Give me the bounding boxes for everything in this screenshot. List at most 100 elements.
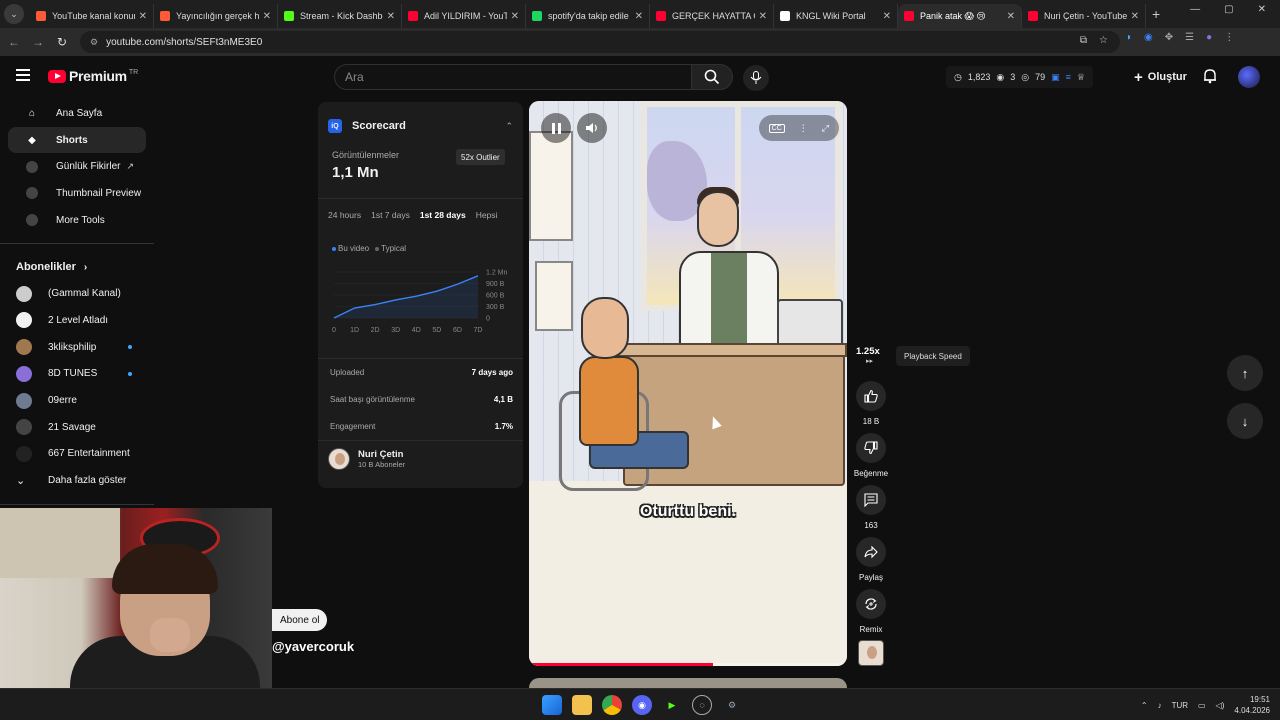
- browser-tab[interactable]: spotify'da takip edile ✕: [526, 4, 650, 28]
- dislike-action[interactable]: Beğenme: [854, 433, 888, 478]
- fullscreen-icon[interactable]: ⤢: [822, 123, 829, 134]
- tab-close-icon[interactable]: ✕: [759, 11, 767, 22]
- vidiq-icon[interactable]: ▣: [1051, 72, 1060, 83]
- captions-icon[interactable]: CC: [768, 123, 785, 133]
- tab-close-icon[interactable]: ✕: [883, 11, 891, 22]
- subscription-item[interactable]: 2 Level Atladı: [0, 307, 154, 334]
- speaker-icon[interactable]: ◁): [1216, 701, 1225, 710]
- maximize-icon[interactable]: ▢: [1224, 4, 1233, 15]
- more-options-icon[interactable]: ⋮: [799, 123, 808, 134]
- site-info-icon[interactable]: ⚙: [90, 37, 98, 48]
- tab-close-icon[interactable]: ✕: [511, 11, 519, 22]
- previous-short-button[interactable]: ↑: [1227, 355, 1263, 391]
- channel-thumbnail[interactable]: [858, 640, 884, 666]
- list-icon[interactable]: ≡: [1066, 72, 1071, 82]
- sidebar-item[interactable]: ◆ Shorts: [8, 126, 146, 154]
- scorecard-tab[interactable]: 24 hours: [328, 210, 361, 220]
- browser-menu-icon[interactable]: ⋮: [1224, 32, 1234, 43]
- tab-search-button[interactable]: ⌄: [4, 4, 24, 24]
- tab-close-icon[interactable]: ✕: [635, 11, 643, 22]
- chrome-icon[interactable]: [602, 695, 622, 715]
- browser-tab[interactable]: Stream - Kick Dashbo ✕: [278, 4, 402, 28]
- new-tab-button[interactable]: +: [1152, 6, 1160, 22]
- tab-close-icon[interactable]: ✕: [1131, 11, 1139, 22]
- extension-icon[interactable]: ◗: [1126, 32, 1132, 43]
- tab-close-icon[interactable]: ✕: [263, 11, 271, 22]
- subscription-item[interactable]: 21 Savage: [0, 414, 154, 441]
- reload-icon[interactable]: ↻: [52, 35, 72, 49]
- url-field[interactable]: ⚙ youtube.com/shorts/SEFt3nME3E0 ⧉ ☆: [80, 31, 1120, 53]
- network-icon[interactable]: ▭: [1198, 701, 1206, 710]
- like-button[interactable]: [856, 381, 886, 411]
- subscription-item[interactable]: 8D TUNES: [0, 361, 154, 388]
- forward-icon[interactable]: →: [28, 35, 48, 49]
- browser-tab[interactable]: Nuri Çetin - YouTube ✕: [1022, 4, 1146, 28]
- browser-tab[interactable]: GERÇEK HAYATTA OY ✕: [650, 4, 774, 28]
- obs-icon[interactable]: ◌: [692, 695, 712, 715]
- tab-close-icon[interactable]: ✕: [1007, 11, 1015, 22]
- subscription-item[interactable]: 09erre: [0, 387, 154, 414]
- browser-tab[interactable]: Yayıncılığın gerçek h ✕: [154, 4, 278, 28]
- settings-gear-icon[interactable]: ⚙: [722, 695, 742, 715]
- subscription-item[interactable]: 667 Entertainment: [0, 441, 154, 468]
- tab-close-icon[interactable]: ✕: [139, 11, 147, 22]
- input-language[interactable]: TUR: [1172, 701, 1188, 710]
- scorecard-channel[interactable]: Nuri Çetin 10 B Aboneler: [328, 448, 405, 470]
- browser-tab[interactable]: Panik atak 😱 😢 ✕: [898, 4, 1022, 28]
- notifications-bell-icon[interactable]: [1202, 68, 1218, 84]
- create-button[interactable]: + Oluştur: [1126, 65, 1195, 89]
- subscribe-button[interactable]: Abone ol: [272, 609, 328, 631]
- playback-speed-value[interactable]: 1.25x: [856, 346, 880, 357]
- browser-tab[interactable]: YouTube kanal konum ✕: [30, 4, 154, 28]
- search-button[interactable]: [691, 64, 733, 90]
- comments-action[interactable]: 163: [856, 485, 886, 530]
- like-action[interactable]: 18 B: [856, 381, 886, 426]
- subscription-item[interactable]: 3kliksphilip: [0, 334, 154, 361]
- file-explorer-icon[interactable]: [572, 695, 592, 715]
- sidebar-item[interactable]: ⌂ Ana Sayfa: [8, 100, 146, 127]
- vidiq-extension-icon[interactable]: ◉: [1144, 32, 1153, 43]
- bookmark-star-icon[interactable]: ☆: [1099, 35, 1108, 46]
- remix-action[interactable]: Remix: [856, 589, 886, 634]
- install-app-icon[interactable]: ⧉: [1080, 35, 1087, 46]
- scorecard-tab[interactable]: 1st 7 days: [371, 210, 410, 220]
- extensions-puzzle-icon[interactable]: ✥: [1165, 32, 1173, 43]
- share-action[interactable]: Paylaş: [856, 537, 886, 582]
- next-short-button[interactable]: ↓: [1227, 403, 1263, 439]
- comments-button[interactable]: [856, 485, 886, 515]
- sidebar-item[interactable]: More Tools: [8, 207, 146, 234]
- dislike-button[interactable]: [856, 433, 886, 463]
- realtime-stats-chip[interactable]: ◷ 1,823 ◉ 3 ◎ 79 ▣ ≡ ♕: [946, 66, 1093, 88]
- back-icon[interactable]: ←: [4, 35, 24, 49]
- scorecard-tab[interactable]: 1st 28 days: [420, 210, 466, 220]
- trophy-icon[interactable]: ♕: [1077, 72, 1085, 83]
- minimize-icon[interactable]: —: [1190, 4, 1200, 15]
- tab-close-icon[interactable]: ✕: [387, 11, 395, 22]
- show-more-subscriptions[interactable]: ⌄ Daha fazla göster: [0, 467, 154, 494]
- scorecard-tab[interactable]: Hepsi: [476, 210, 498, 220]
- subscription-item[interactable]: (Gammal Kanal): [0, 280, 154, 307]
- search-input[interactable]: Ara: [334, 64, 692, 90]
- menu-icon[interactable]: [16, 69, 30, 81]
- reading-list-icon[interactable]: ☰: [1185, 32, 1194, 43]
- discord-icon[interactable]: ◉: [632, 695, 652, 715]
- profile-avatar-icon[interactable]: ●: [1206, 32, 1212, 43]
- volume-button[interactable]: [577, 113, 607, 143]
- windows-start-icon[interactable]: [542, 695, 562, 715]
- browser-tab[interactable]: KNGL Wiki Portal ✕: [774, 4, 898, 28]
- shorts-video-player[interactable]: CC ⋮ ⤢ Oturttu beni.: [529, 101, 847, 666]
- account-avatar[interactable]: [1238, 66, 1260, 88]
- close-window-icon[interactable]: ✕: [1258, 4, 1266, 15]
- browser-tab[interactable]: Adil YILDIRIM - YouTu ✕: [402, 4, 526, 28]
- tray-chevron-up-icon[interactable]: ⌃: [1141, 701, 1148, 710]
- pause-button[interactable]: [541, 113, 571, 143]
- subscriptions-header[interactable]: Abonelikler ›: [0, 254, 154, 280]
- taskbar-clock[interactable]: 19:51 4.04.2026: [1234, 694, 1270, 716]
- collapse-chevron-icon[interactable]: ⌃: [505, 121, 513, 132]
- youtube-premium-logo[interactable]: Premium TR: [48, 68, 138, 84]
- share-button[interactable]: [856, 537, 886, 567]
- tray-microphone-icon[interactable]: ♪: [1158, 701, 1162, 710]
- remix-button[interactable]: [856, 589, 886, 619]
- sidebar-item[interactable]: Günlük Fikirler ↗: [8, 153, 146, 180]
- sidebar-item[interactable]: Thumbnail Preview: [8, 180, 146, 207]
